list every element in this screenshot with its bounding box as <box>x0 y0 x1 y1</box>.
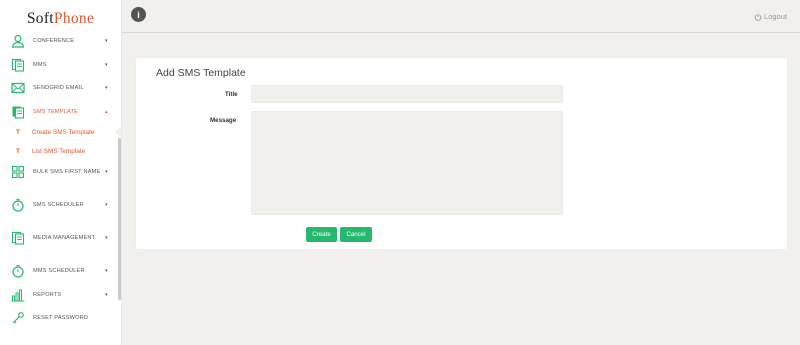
sidebar-item-label: RESET PASSWORD <box>33 315 89 321</box>
template-t-icon: T <box>16 147 20 155</box>
title-label: Title <box>225 91 238 98</box>
sidebar-item-label: MEDIA MANAGEMENT <box>33 235 96 241</box>
logo-text-hone: hone <box>62 10 95 27</box>
active-item-indicator <box>115 127 121 137</box>
message-textarea[interactable] <box>251 111 563 215</box>
chevron-up-icon: ▴ <box>105 109 108 115</box>
grid-icon <box>11 165 25 179</box>
chevron-down-icon: ▾ <box>105 292 108 298</box>
sidebar-item-label: SMS SCHEDULER <box>33 202 84 208</box>
bar-chart-icon <box>11 288 25 302</box>
stopwatch-icon <box>11 198 25 212</box>
user-icon <box>11 34 25 48</box>
app-logo[interactable]: SoftPhone <box>0 0 121 34</box>
cancel-button[interactable]: Cancel <box>340 227 372 242</box>
page-title: Add SMS Template <box>156 67 246 79</box>
sidebar-item-label: MMS <box>33 62 47 68</box>
sidebar-item-conference[interactable]: CONFERENCE ▾ <box>0 31 122 51</box>
sidebar-item-mms-scheduler[interactable]: MMS SCHEDULER ▾ <box>0 261 122 281</box>
create-button[interactable]: Create <box>306 227 337 242</box>
submenu-item-label: Create SMS Template <box>32 128 95 136</box>
chevron-down-icon: ▾ <box>105 268 108 274</box>
chevron-down-icon: ▾ <box>105 235 108 241</box>
sidebar-item-sms-template[interactable]: SMS TEMPLATE ▴ <box>0 102 122 122</box>
logo-text-soft: Soft <box>26 10 54 27</box>
sidebar-item-sendgrid-email[interactable]: SENDGRID EMAIL ▾ <box>0 78 122 98</box>
info-icon[interactable]: i <box>131 7 146 22</box>
submenu-item-create-sms-template[interactable]: T Create SMS Template <box>0 125 122 139</box>
logo-text-p: P <box>53 10 63 27</box>
sidebar-item-sms-scheduler[interactable]: SMS SCHEDULER ▾ <box>0 195 122 215</box>
sidebar-item-mms[interactable]: MMS ▾ <box>0 55 122 75</box>
sidebar-item-media-management[interactable]: MEDIA MANAGEMENT ▾ <box>0 228 122 248</box>
sidebar-item-label: REPORTS <box>33 292 62 298</box>
title-input[interactable] <box>251 85 563 103</box>
media-icon <box>11 231 25 245</box>
document-icon <box>11 58 25 72</box>
message-label: Message <box>210 117 237 124</box>
template-icon <box>11 105 25 119</box>
stopwatch-icon <box>11 264 25 278</box>
power-icon <box>754 13 762 21</box>
sidebar-item-label: MMS SCHEDULER <box>33 268 85 274</box>
key-icon <box>11 311 25 325</box>
chevron-down-icon: ▾ <box>105 169 108 175</box>
chevron-down-icon: ▾ <box>105 62 108 68</box>
submenu-item-label: List SMS Template <box>32 147 86 155</box>
sidebar-item-label: SMS TEMPLATE <box>33 109 79 115</box>
sidebar-scrollbar[interactable] <box>118 138 121 300</box>
logout-button[interactable]: Logout <box>754 12 787 21</box>
sidebar: SoftPhone CONFERENCE ▾ MMS ▾ SENDGRID EM… <box>0 0 122 345</box>
submenu-item-list-sms-template[interactable]: T List SMS Template <box>0 144 122 158</box>
add-sms-template-card: Add SMS Template Title Message Create Ca… <box>136 58 787 249</box>
sidebar-item-bulk-sms-first-name[interactable]: BULK SMS FIRST NAME ▾ <box>0 162 122 182</box>
sidebar-item-reset-password[interactable]: RESET PASSWORD <box>0 308 122 328</box>
sidebar-item-label: SENDGRID EMAIL <box>33 85 84 91</box>
template-t-icon: T <box>16 128 20 136</box>
sidebar-item-reports[interactable]: REPORTS ▾ <box>0 285 122 305</box>
chevron-down-icon: ▾ <box>105 38 108 44</box>
logout-label: Logout <box>764 12 787 21</box>
sidebar-item-label: BULK SMS FIRST NAME <box>33 169 101 175</box>
top-bar: i Logout <box>122 0 800 33</box>
chevron-down-icon: ▾ <box>105 85 108 91</box>
chevron-down-icon: ▾ <box>105 202 108 208</box>
sidebar-item-label: CONFERENCE <box>33 38 75 44</box>
envelope-icon <box>11 81 25 95</box>
